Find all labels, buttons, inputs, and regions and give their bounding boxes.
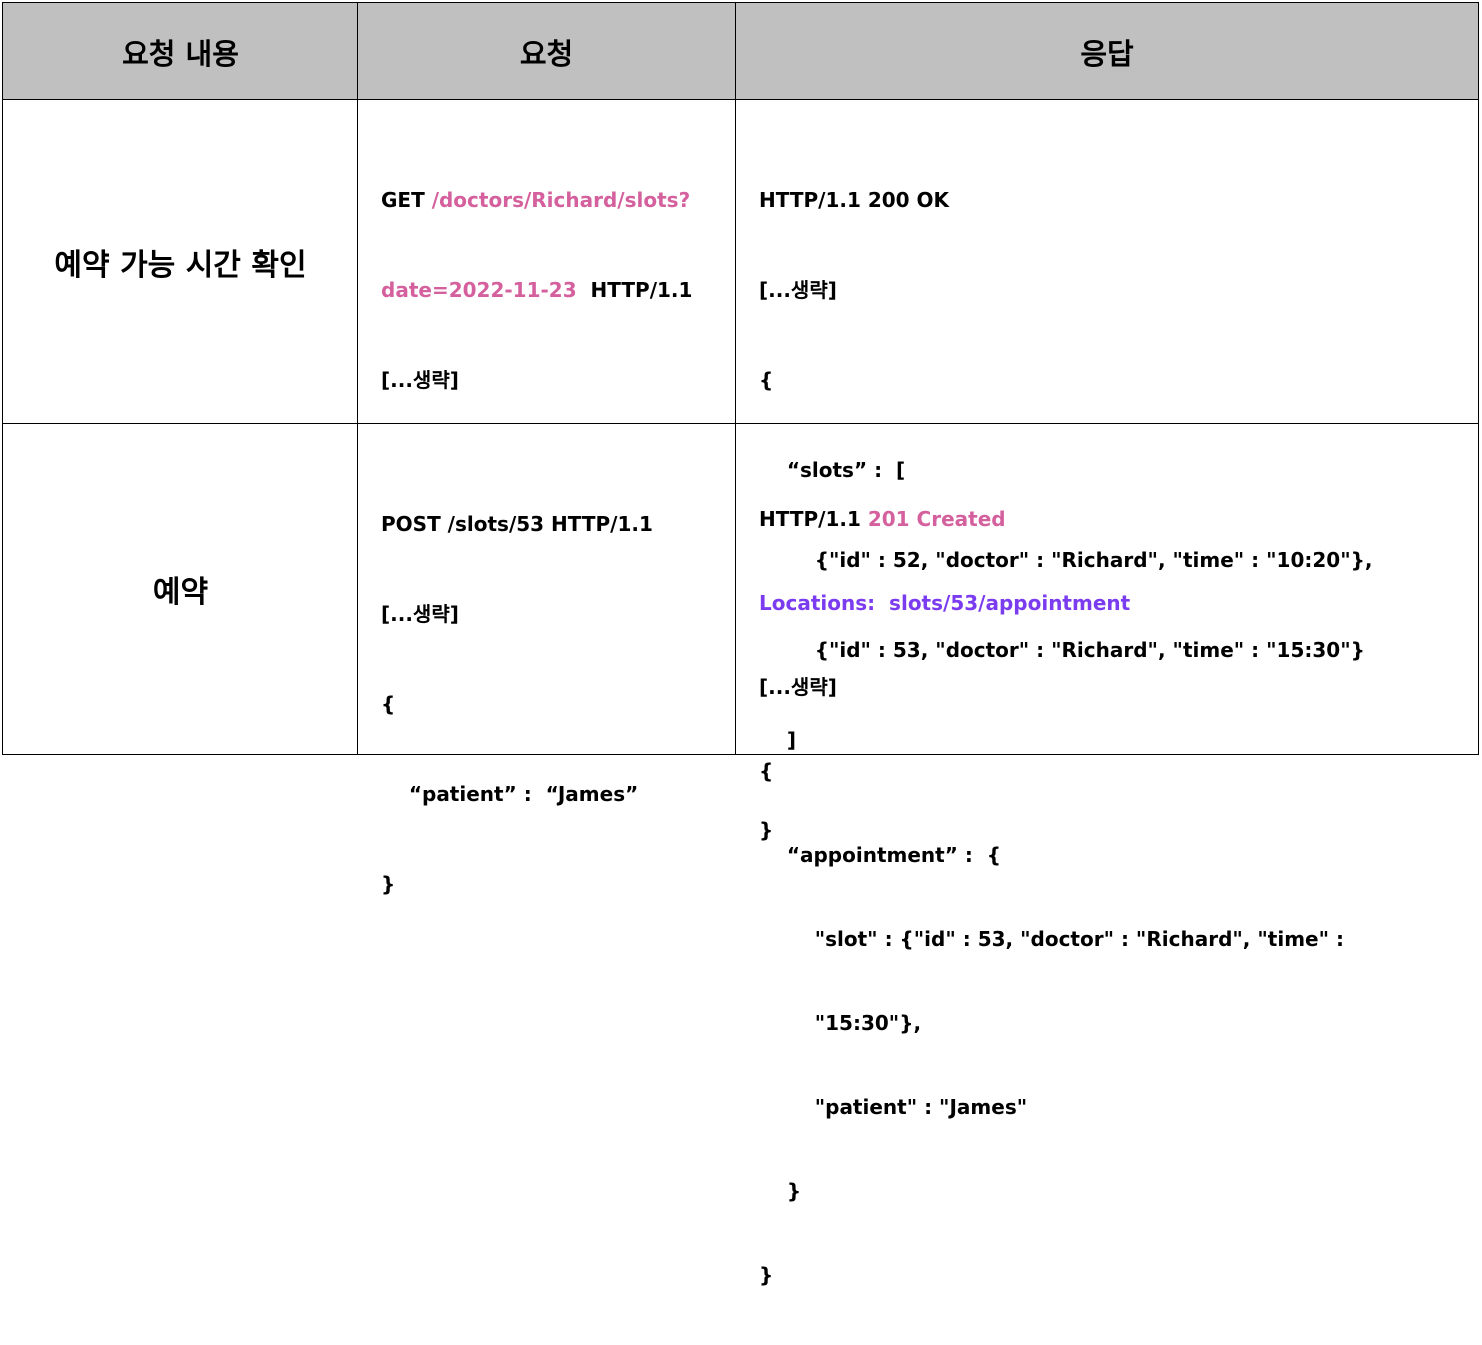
response-line: [...생략] (759, 675, 837, 699)
request-line: [...생략] (381, 602, 459, 626)
response-line: } (759, 1179, 802, 1203)
request-block: POST /slots/53 HTTP/1.1 [...생략] { “patie… (381, 449, 653, 959)
response-block: HTTP/1.1 201 Created Locations: slots/53… (759, 449, 1344, 1345)
response-line: “appointment” : { (759, 843, 1001, 867)
header-request: 요청 (519, 36, 574, 71)
response-line: [...생략] (759, 278, 837, 302)
response-line: "15:30"}, (759, 1011, 922, 1035)
location-header: Locations: slots/53/appointment (759, 591, 1131, 615)
response-line: "patient" : "James" (759, 1095, 1028, 1119)
http-version: HTTP/1.1 (759, 507, 868, 531)
response-line: } (759, 1263, 774, 1287)
request-line: GET /doctors/Richard/slots? (381, 185, 692, 215)
response-line: "slot" : {"id" : 53, "doctor" : "Richard… (759, 927, 1344, 951)
response-line: { (759, 368, 774, 392)
request-line: { (381, 692, 396, 716)
http-method: GET (381, 188, 432, 212)
header-response: 응답 (1080, 36, 1134, 71)
request-path: /doctors/Richard/slots? (431, 188, 691, 212)
request-block: GET /doctors/Richard/slots? date=2022-11… (381, 125, 692, 455)
query-string: date=2022-11-23 (381, 278, 577, 302)
column-divider (735, 3, 736, 754)
response-line: { (759, 759, 774, 783)
response-line: HTTP/1.1 201 Created (759, 505, 1344, 533)
http-version: HTTP/1.1 (576, 278, 693, 302)
request-line: POST /slots/53 HTTP/1.1 (381, 512, 653, 536)
row-label-booking: 예약 (152, 575, 209, 610)
request-line: [...생략] (381, 368, 459, 392)
api-table: 요청 내용 요청 응답 예약 가능 시간 확인 GET /doctors/Ric… (2, 2, 1479, 1287)
response-line: HTTP/1.1 200 OK (759, 188, 950, 212)
status-code: 201 Created (867, 507, 1006, 531)
header-request-content: 요청 내용 (122, 36, 239, 71)
request-line: } (381, 872, 396, 896)
row-label-check-availability: 예약 가능 시간 확인 (54, 247, 307, 283)
request-line: date=2022-11-23 HTTP/1.1 (381, 275, 692, 305)
request-line: “patient” : “James” (381, 782, 639, 806)
